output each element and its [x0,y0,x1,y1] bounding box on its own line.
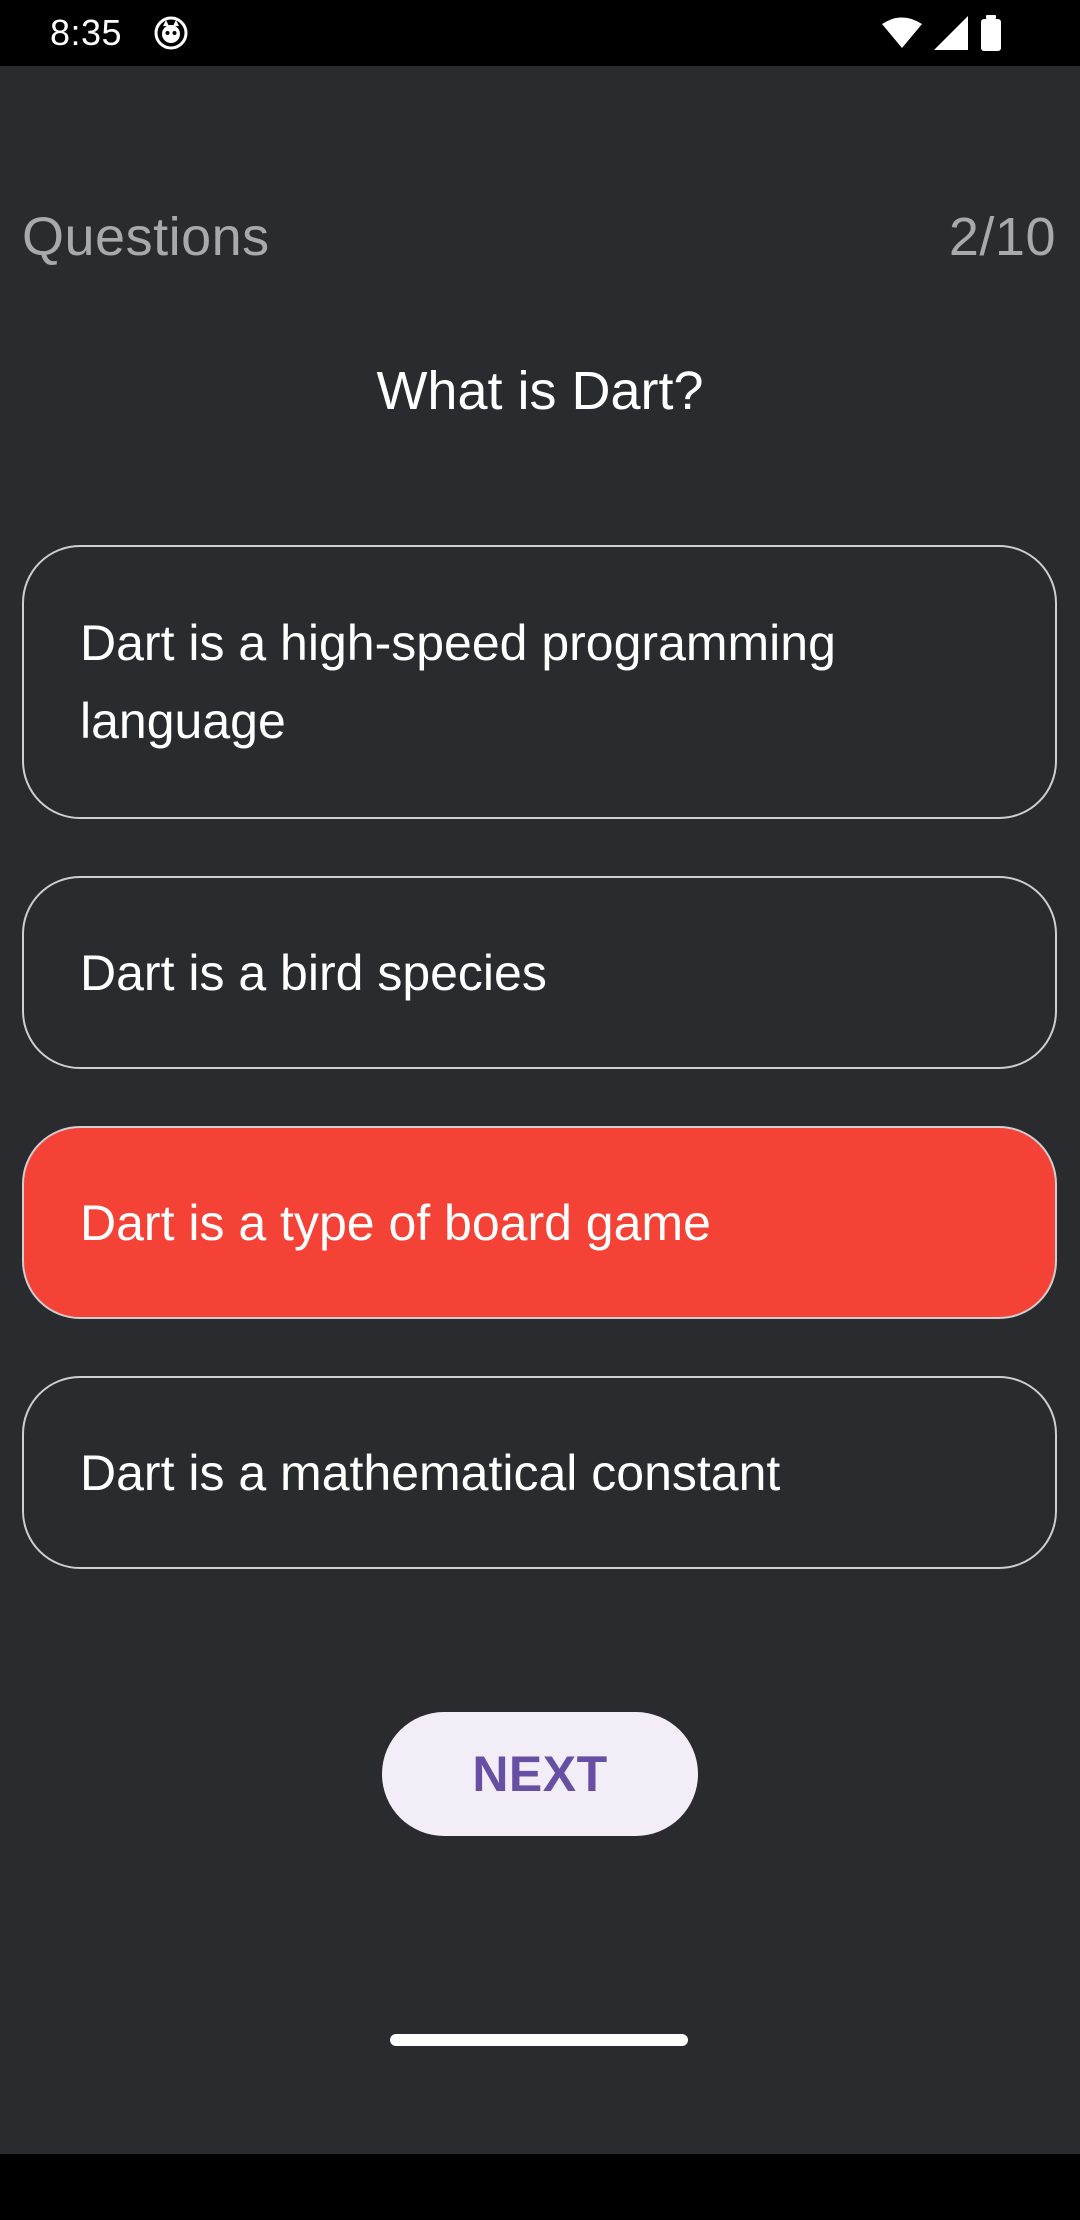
answer-option-4[interactable]: Dart is a mathematical constant [22,1376,1057,1569]
cellular-signal-icon [934,16,968,50]
answer-option-1[interactable]: Dart is a high-speed programming languag… [22,545,1057,819]
question-text: What is Dart? [376,361,704,421]
answer-option-label: Dart is a bird species [80,944,547,1001]
wifi-icon [882,17,922,49]
status-bar: 8:35 [0,0,1080,66]
battery-icon [980,15,1002,51]
app-notification-icon [154,16,188,50]
home-gesture-handle[interactable] [390,2034,688,2046]
page-title: Questions [22,207,270,267]
question-counter: 2/10 [948,207,1056,267]
answer-option-label: Dart is a mathematical constant [80,1444,781,1501]
answer-option-label: Dart is a type of board game [80,1194,711,1251]
answer-option-3-selected-wrong[interactable]: Dart is a type of board game [22,1126,1057,1319]
navigation-bar [0,2154,1080,2220]
status-icons [882,14,1002,52]
next-button[interactable]: NEXT [382,1712,698,1836]
status-time: 8:35 [50,12,123,53]
quiz-screen: 8:35 Questions 2/10 What is Dart? Dart i… [0,0,1080,2220]
answer-option-2[interactable]: Dart is a bird species [22,876,1057,1069]
answer-option-label: Dart is a high-speed programming languag… [80,615,836,749]
